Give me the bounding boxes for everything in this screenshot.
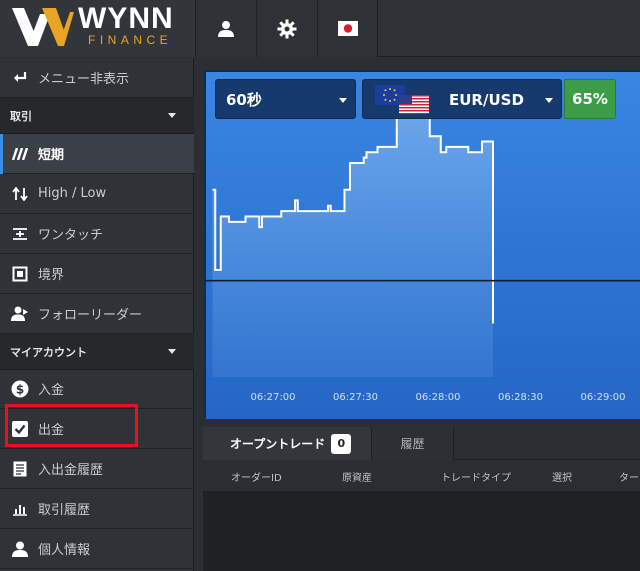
hide-menu-toggle[interactable]: メニュー非表示 [0,58,194,98]
price-chart: 06:27:00 06:27:30 06:28:00 06:28:30 06:29:00 [204,70,640,419]
user-button[interactable] [195,0,256,57]
duration-select[interactable]: 60秒 [215,79,356,119]
brand-subtitle: FINANCE [88,33,173,47]
touch-icon [10,224,30,244]
settings-button[interactable] [256,0,317,57]
sidebar-item-deposit[interactable]: $ 入金 [0,369,194,409]
top-bar: WYNN FINANCE [0,0,640,57]
sidebar-item-label: 境界 [38,268,65,283]
dollar-icon: $ [10,379,30,399]
chart-x-tick-label: 06:29:00 [581,392,626,403]
trades-tabs: オープントレード 0 履歴 [203,427,640,460]
sidebar-item-label: ワンタッチ [38,228,104,243]
sidebar-item-label: フォローリーダー [38,308,143,323]
chart-x-tick-label: 06:27:30 [333,392,378,403]
brand-logo[interactable]: WYNN FINANCE [0,0,195,57]
column-underlying: 原資産 [342,473,372,484]
sidebar-item-short-term[interactable]: 短期 [0,134,194,174]
chart-x-tick-label: 06:28:00 [416,392,461,403]
tab-history-label: 履歴 [400,437,425,451]
section-account-header[interactable]: マイアカウント [0,334,194,370]
column-order-id: オーダーID [231,473,282,484]
follow-leader-icon [10,304,30,324]
boundary-icon [10,264,30,284]
column-selection: 選択 [552,473,572,484]
section-trade-label: 取引 [10,109,32,123]
chart-x-tick-label: 06:27:00 [251,392,296,403]
active-indicator [0,134,3,174]
sidebar-item-personal-info[interactable]: 個人情報 [0,529,194,569]
chevron-down-icon [545,98,553,103]
section-account-label: マイアカウント [10,345,87,359]
sidebar-item-follow-leader[interactable]: フォローリーダー [0,294,194,334]
bar-chart-icon [10,499,30,519]
payout-value: 65% [572,90,608,108]
sidebar-item-withdraw[interactable]: 出金 [0,409,194,449]
gear-icon [277,19,297,38]
sidebar: メニュー非表示 取引 短期 High / Low ワンタッチ 境界 フォローリー… [0,58,194,571]
section-trade-header[interactable]: 取引 [0,98,194,134]
check-icon [10,419,30,439]
sidebar-item-label: 取引履歴 [38,503,91,518]
language-button[interactable] [317,0,378,57]
arrows-updown-icon [10,184,30,204]
table-header: オーダーID 原資産 トレードタイプ 選択 ター [203,461,640,491]
sidebar-item-label: 入出金履歴 [38,463,104,478]
chart-x-tick-label: 06:28:30 [498,392,543,403]
brand-name: WYNN [78,2,174,35]
duration-value: 60秒 [226,90,262,109]
chevron-down-icon [168,349,176,354]
column-trade-type: トレードタイプ [441,473,511,484]
sidebar-item-label: 短期 [38,148,65,163]
tab-open-trades-label: オープントレード [230,437,326,451]
trade-controls: 60秒 EUR/USD 65% [215,79,640,121]
sidebar-item-boundary[interactable]: 境界 [0,254,194,294]
tab-history[interactable]: 履歴 [371,427,454,460]
price-chart-svg: 06:27:00 06:27:30 06:28:00 06:28:30 06:29:00 [206,72,640,419]
sidebar-item-label: 個人情報 [38,543,91,558]
app-root: WYNN FINANCE メニュー非表示 取引 短期 High / Low ワン… [0,0,640,571]
open-trades-count-badge: 0 [331,433,352,454]
trades-table-body [203,491,640,571]
sidebar-item-label: 入金 [38,383,65,398]
asset-value: EUR/USD [449,91,524,109]
eur-usd-flags-icon [375,85,429,114]
hide-menu-label: メニュー非表示 [38,72,130,87]
chevron-down-icon [339,98,347,103]
user-icon [218,20,234,37]
sidebar-item-trade-history[interactable]: 取引履歴 [0,489,194,529]
logo-mark-icon [12,8,74,46]
japan-flag-icon [337,21,358,36]
return-arrow-icon [10,68,30,88]
sidebar-item-funds-history[interactable]: 入出金履歴 [0,449,194,489]
slash-icon [10,144,30,164]
person-icon [10,539,30,559]
history-doc-icon [10,459,30,479]
sidebar-item-one-touch[interactable]: ワンタッチ [0,214,194,254]
chevron-down-icon [168,113,176,118]
svg-text:$: $ [16,382,24,396]
sidebar-item-high-low[interactable]: High / Low [0,174,194,214]
payout-badge: 65% [564,79,616,119]
sidebar-item-label: High / Low [38,186,107,201]
column-target: ター [619,473,639,484]
asset-select[interactable]: EUR/USD [362,79,562,119]
tab-open-trades[interactable]: オープントレード 0 [203,427,371,460]
sidebar-item-label: 出金 [38,423,65,438]
